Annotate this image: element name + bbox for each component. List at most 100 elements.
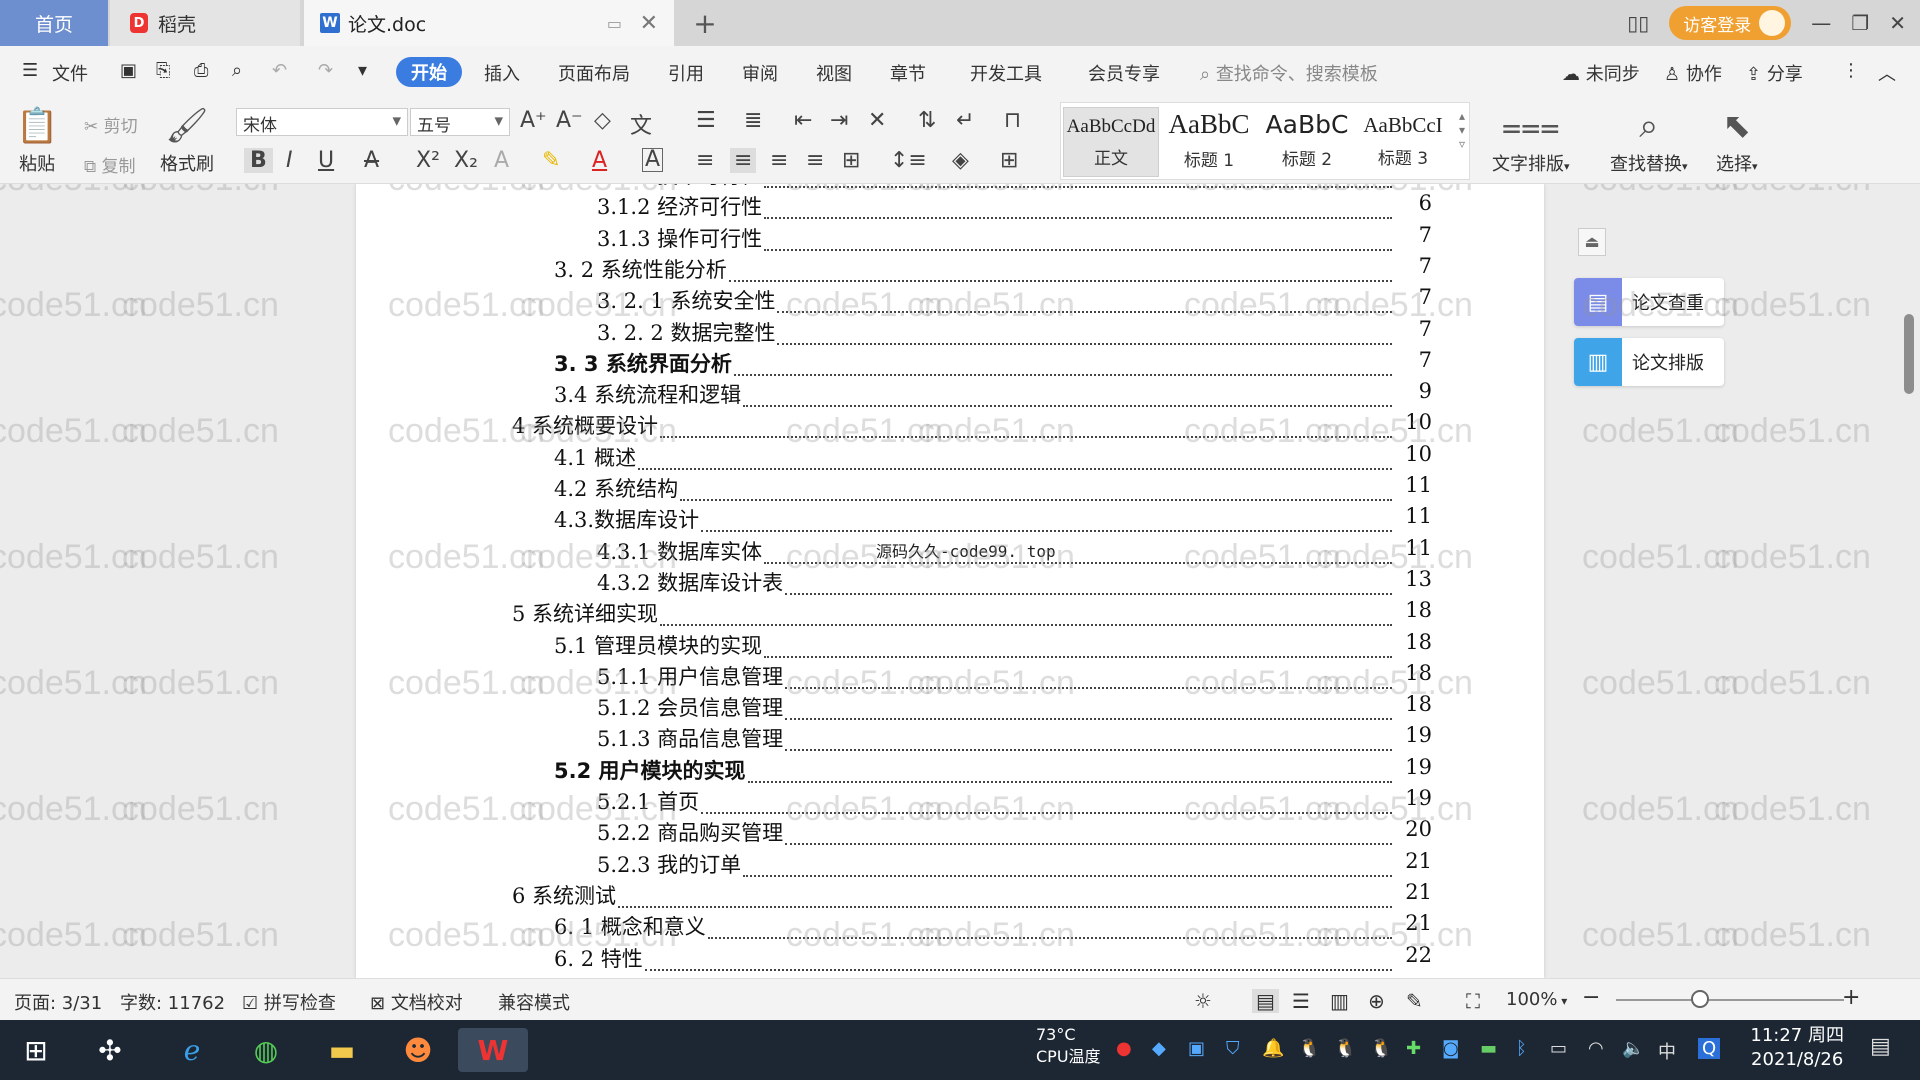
windows-start-icon[interactable]: ⊞ [14,1028,58,1072]
window-mode-icon[interactable]: ▭ [607,14,622,33]
highlight-icon[interactable]: ✎ [542,148,560,173]
redo-icon[interactable]: ↷ [318,60,333,81]
superscript-icon[interactable]: X² [416,148,440,173]
page-view-icon[interactable]: ▤ [1252,989,1279,1013]
font-color-icon[interactable]: A [592,148,607,173]
tray-app-icon[interactable]: ● [1116,1038,1132,1059]
tray-qq3-icon[interactable]: 🐧 [1370,1038,1392,1059]
toc-entry[interactable]: 5 系统详细实现 18 [356,598,1432,628]
toc-entry[interactable]: 3. 2 系统性能分析 7 [356,254,1432,284]
text-layout-button[interactable]: ⩶ 文字排版▾ [1492,106,1570,176]
ie-browser-icon[interactable]: ℯ [170,1028,214,1072]
toc-entry[interactable]: 4.1 概述 10 [356,442,1432,472]
menu-chapter[interactable]: 章节 [890,60,926,86]
tray-bell-icon[interactable]: 🔔 [1262,1038,1284,1059]
toc-entry[interactable]: 3.1.3 操作可行性 7 [356,223,1432,253]
select-button[interactable]: ⬉ 选择▾ [1716,106,1758,176]
style-heading-1[interactable]: AaBbC 标题 1 [1161,107,1257,171]
font-size-select[interactable]: 五号 ▾ [410,108,510,136]
toc-entry[interactable]: 4.2 系统结构 11 [356,473,1432,503]
toc-entry[interactable]: 5.2.2 商品购买管理 20 [356,817,1432,847]
paste-button[interactable]: 📋 粘贴 [16,106,58,176]
increase-indent-icon[interactable]: ⇥ [830,108,848,133]
toc-entry[interactable]: 6 系统测试 21 [356,880,1432,910]
word-count[interactable]: 字数: 11762 [120,989,225,1015]
save-icon[interactable]: ▣ [120,60,137,81]
new-tab-button[interactable]: + [690,0,720,46]
wifi-icon[interactable]: ◠ [1588,1038,1604,1059]
layout-toggle-icon[interactable]: ▯▯ [1627,11,1649,35]
toc-entry[interactable]: 3. 2. 2 数据完整性 7 [356,317,1432,347]
find-replace-button[interactable]: ⌕ 查找替换▾ [1610,106,1688,176]
game-app-icon[interactable]: ☻ [396,1028,440,1072]
tray-qq-icon[interactable]: 🐧 [1298,1038,1320,1059]
restore-icon[interactable]: ❐ [1851,11,1869,35]
print-icon[interactable]: ⎙ [194,60,208,81]
shading-icon[interactable]: ◈ [952,148,969,173]
command-search[interactable]: ⌕ 查找命令、搜索模板 [1200,60,1378,86]
zoom-slider-knob[interactable] [1691,990,1710,1008]
notification-center-icon[interactable]: ▤ [1870,1034,1891,1059]
toc-entry[interactable]: 5.1.3 商品信息管理 19 [356,723,1432,753]
proofread-button[interactable]: ⊠ 文档校对 [370,989,463,1015]
clear-format-icon[interactable]: ◇ [594,108,611,133]
tab-daoke[interactable]: D 稻壳 [110,0,300,46]
align-left-icon[interactable]: ≡ [696,148,714,173]
tab-document[interactable]: W 论文.doc ▭ ✕ [304,0,674,46]
guest-login-button[interactable]: 访客登录 [1669,6,1792,40]
zoom-out-icon[interactable]: − [1582,985,1600,1010]
share-button[interactable]: ⇪ 分享 [1746,60,1803,86]
zoom-select[interactable]: 100% ▾ [1506,989,1567,1010]
vertical-scrollbar[interactable] [1888,184,1920,978]
toc-entry[interactable]: 5.1 管理员模块的实现 18 [356,630,1432,660]
toc-entry[interactable]: 5.2.3 我的订单 21 [356,849,1432,879]
zoom-slider[interactable] [1616,999,1844,1001]
reading-view-icon[interactable]: ▥ [1330,989,1349,1013]
menu-view[interactable]: 视图 [816,60,852,86]
menu-insert[interactable]: 插入 [484,60,520,86]
collapse-ribbon-icon[interactable]: ︿ [1878,60,1896,86]
line-spacing-icon[interactable]: ↕≡ [890,148,927,173]
tray-app2-icon[interactable]: ◙ [1442,1038,1459,1059]
strikethrough-icon[interactable]: A [364,148,379,173]
decrease-indent-icon[interactable]: ⇤ [794,108,812,133]
menu-file[interactable]: 文件 [52,60,88,86]
outline-view-icon[interactable]: ☰ [1292,989,1310,1013]
menu-developer-tools[interactable]: 开发工具 [970,60,1042,86]
sync-button[interactable]: ☁ 未同步 [1562,60,1640,86]
char-border-icon[interactable]: A [642,148,664,172]
undo-icon[interactable]: ↶ [272,60,287,81]
toc-entry[interactable]: 6. 1 概念和意义 21 [356,911,1432,941]
tray-add-icon[interactable]: ✚ [1406,1038,1421,1059]
underline-icon[interactable]: U [318,148,334,173]
menu-page-layout[interactable]: 页面布局 [558,60,630,86]
tray-security-icon[interactable]: ⛉ [1226,1038,1240,1059]
fit-page-icon[interactable]: ⛶ [1466,989,1480,1013]
borders-icon[interactable]: ⊞ [1000,148,1018,173]
scrollbar-thumb[interactable] [1904,314,1914,394]
more-icon[interactable]: ⋮ [1842,60,1860,81]
collapse-panel-button[interactable]: ⏏ [1578,228,1606,256]
tab-ruler-icon[interactable]: ⊓ [1004,108,1021,133]
ime-indicator[interactable]: 中 [1658,1038,1676,1064]
document-page[interactable]: 3.1.1 技术可行性63.1.2 经济可行性63.1.3 操作可行性73. 2… [356,184,1544,978]
toc-entry[interactable]: 5.1.1 用户信息管理 18 [356,661,1432,691]
distributed-icon[interactable]: ⊞ [842,148,860,173]
toc-entry[interactable]: 3. 3 系统界面分析 7 [356,348,1432,378]
system-clock[interactable]: 11:27 周四 2021/8/26 [1750,1024,1844,1072]
toc-entry[interactable]: 3. 2. 1 系统安全性 7 [356,285,1432,315]
toc-entry[interactable]: 5.2 用户模块的实现 19 [356,755,1432,785]
tray-shield-icon[interactable]: ◆ [1152,1038,1166,1059]
align-right-icon[interactable]: ≡ [770,148,788,173]
format-painter-button[interactable]: 🖌 格式刷 [160,106,214,176]
browser-360-icon[interactable]: ◍ [244,1028,288,1072]
bluetooth-icon[interactable]: ᛒ [1516,1038,1527,1059]
toc-entry[interactable]: 4 系统概要设计 10 [356,410,1432,440]
tray-q-icon[interactable]: Q [1698,1038,1721,1059]
battery-icon[interactable]: ▭ [1550,1038,1567,1059]
align-center-icon[interactable]: ≡ [730,148,757,173]
close-window-icon[interactable]: ✕ [1889,11,1906,35]
style-scroll-icon[interactable]: ▴ ▾ ▿ [1459,109,1465,151]
toc-entry[interactable]: 5.2.1 首页 19 [356,786,1432,816]
toc-entry[interactable]: 4.3.2 数据库设计表 13 [356,567,1432,597]
